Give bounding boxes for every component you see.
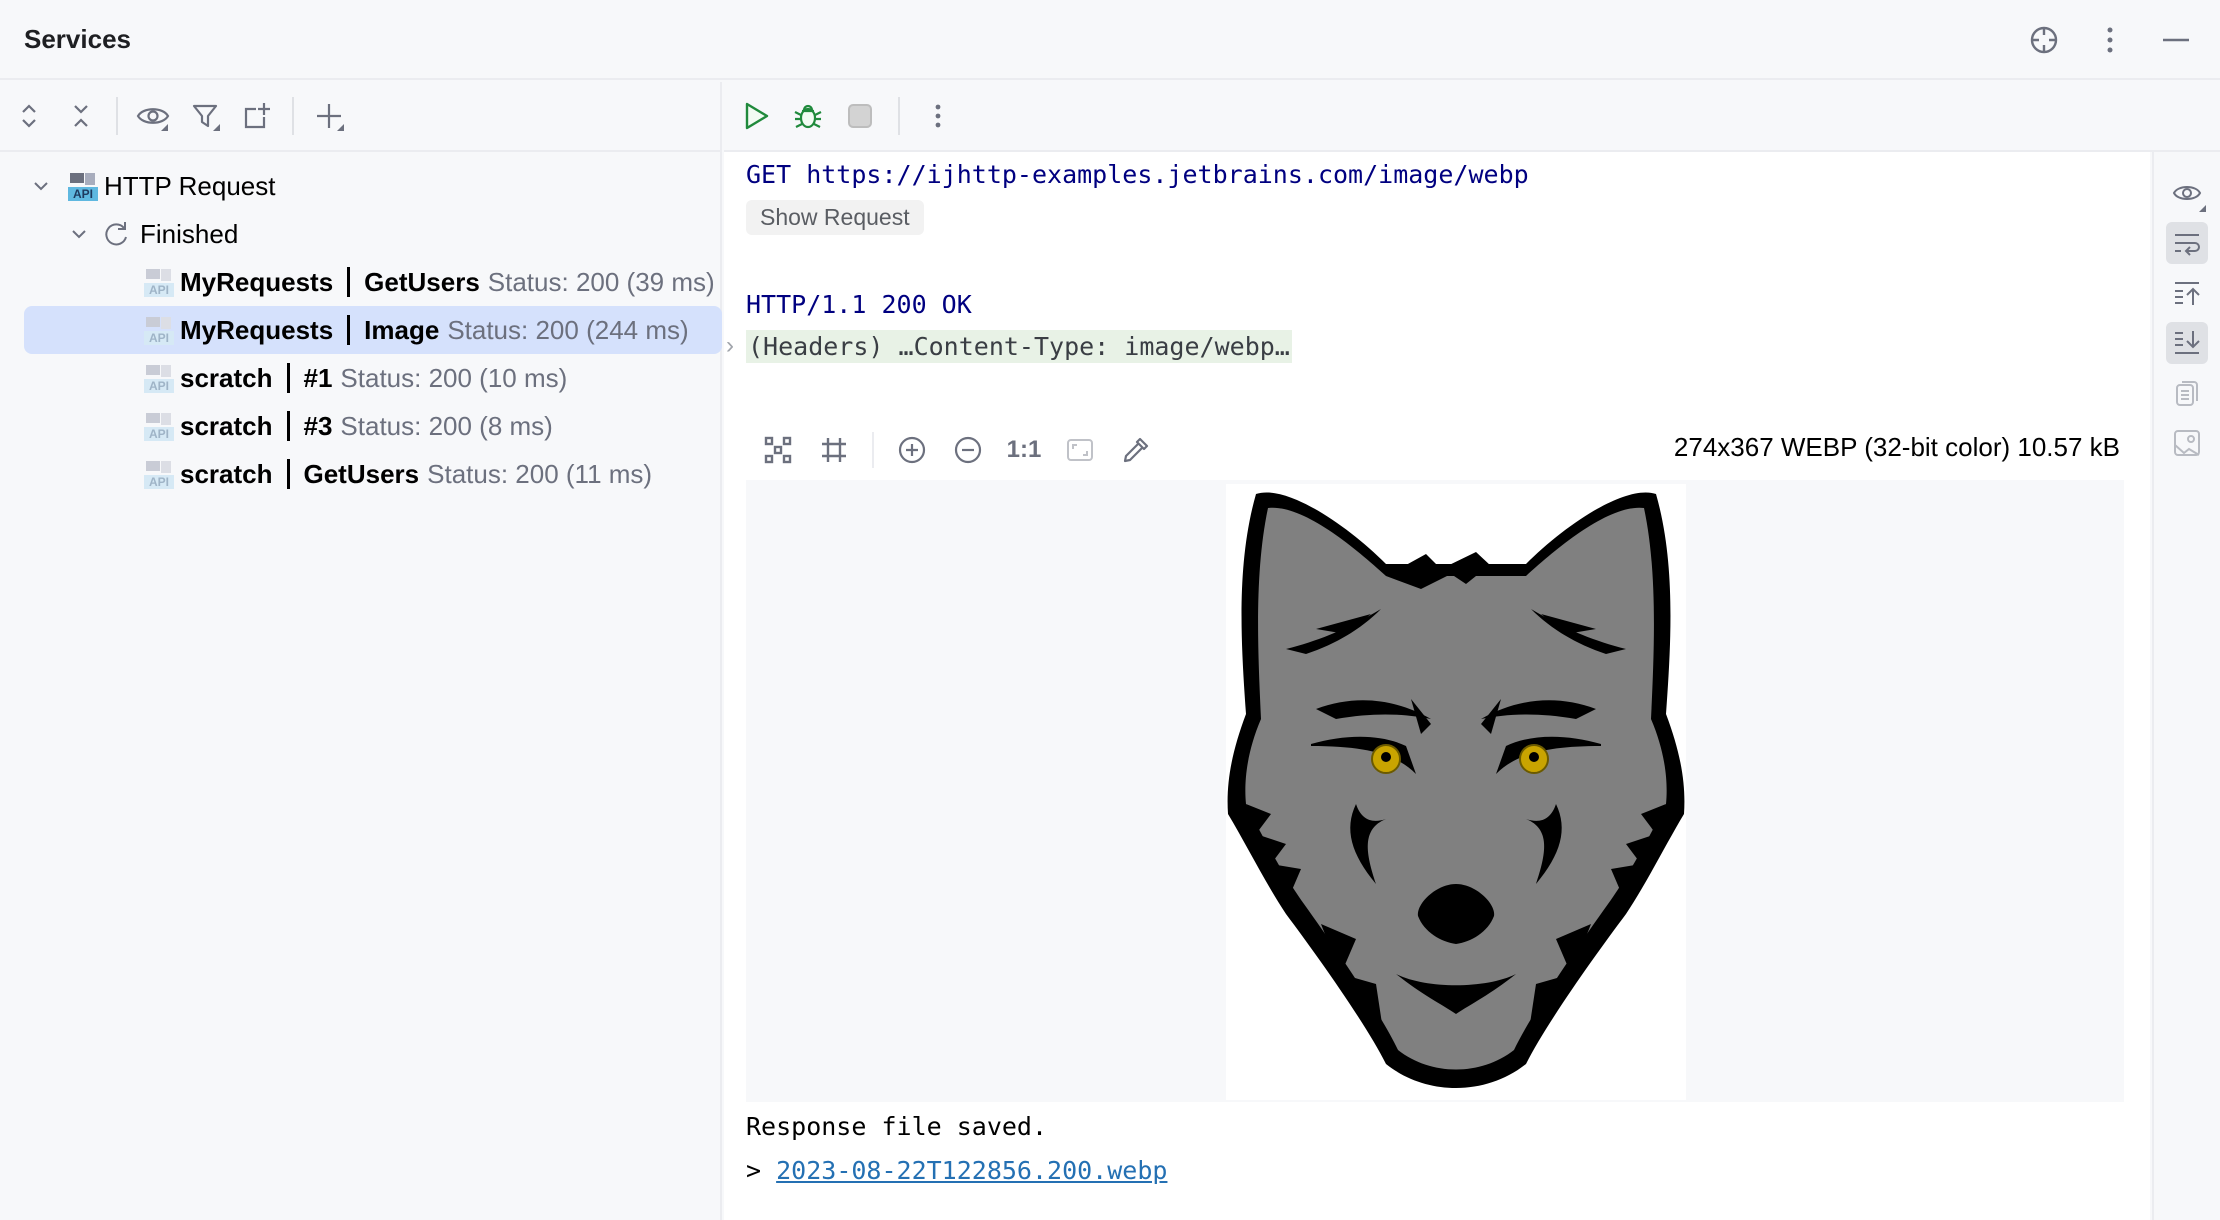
separator-bar	[347, 315, 351, 345]
tree-item-request-selected[interactable]: API MyRequests Image Status: 200 (244 ms…	[24, 306, 722, 354]
image-canvas[interactable]	[746, 480, 2124, 1102]
request-status: Status: 200 (39 ms)	[487, 266, 715, 297]
tree-item-request[interactable]: API scratch #1 Status: 200 (10 ms)	[0, 354, 720, 402]
image-info: 274x367 WEBP (32-bit color) 10.57 kB	[1673, 432, 2120, 462]
minimize-icon[interactable]	[2154, 18, 2198, 62]
locate-icon[interactable]	[2022, 18, 2066, 62]
actual-size-button[interactable]: 1:1	[1002, 428, 1046, 472]
saved-file-link[interactable]: 2023-08-22T122856.200.webp	[776, 1156, 1167, 1185]
services-toolbar	[0, 82, 720, 152]
request-name: #3	[303, 410, 333, 441]
request-status: Status: 200 (244 ms)	[447, 314, 689, 345]
zoom-in-icon[interactable]	[890, 428, 934, 472]
request-file: scratch	[180, 362, 273, 393]
wolf-fur	[1245, 507, 1667, 1070]
toolbar-separator	[116, 97, 118, 135]
more-vertical-icon[interactable]	[916, 94, 960, 138]
request-status: Status: 200 (11 ms)	[427, 458, 653, 489]
request-name: GetUsers	[303, 458, 420, 489]
more-vertical-icon[interactable]	[2088, 18, 2132, 62]
separator-bar	[286, 363, 290, 393]
soft-wrap-icon[interactable]	[2166, 222, 2208, 264]
toolbar-separator	[872, 432, 874, 468]
api-icon: API	[144, 411, 174, 441]
tool-window-header: Services	[0, 0, 2220, 80]
tree-item-request[interactable]: API scratch #3 Status: 200 (8 ms)	[0, 402, 720, 450]
toolbar-separator	[292, 97, 294, 135]
request-file: MyRequests	[180, 314, 334, 345]
debug-icon[interactable]	[786, 94, 830, 138]
refresh-icon	[104, 220, 130, 248]
request-name: Image	[364, 314, 440, 345]
show-request-button[interactable]: Show Request	[746, 200, 924, 235]
expand-all-icon[interactable]	[6, 93, 52, 139]
saved-prefix: >	[746, 1156, 777, 1185]
request-file: scratch	[180, 410, 273, 441]
response-panel: GET https://ijhttp-examples.jetbrains.co…	[724, 82, 2220, 1220]
stop-icon[interactable]	[838, 94, 882, 138]
filter-icon[interactable]	[182, 93, 228, 139]
response-toolbar	[724, 82, 2220, 152]
run-icon[interactable]	[734, 94, 778, 138]
dropdown-triangle-icon	[2199, 205, 2206, 212]
separator-bar	[347, 267, 351, 297]
view-icon[interactable]	[2166, 172, 2208, 214]
tree-item-request[interactable]: API scratch GetUsers Status: 200 (11 ms)	[0, 450, 720, 498]
dropdown-triangle-icon	[161, 124, 168, 131]
tree-item-request[interactable]: API MyRequests GetUsers Status: 200 (39 …	[0, 258, 720, 306]
tree-node-label: Finished	[140, 218, 239, 249]
request-status: Status: 200 (8 ms)	[340, 410, 553, 441]
services-tree: API HTTP Request Finished API MyRequests…	[0, 152, 722, 498]
separator-bar	[286, 459, 290, 489]
dropdown-triangle-icon	[213, 124, 220, 131]
separator-bar	[286, 411, 290, 441]
dropdown-triangle-icon	[337, 124, 344, 131]
saved-file-line: > 2023-08-22T122856.200.webp	[746, 1156, 1167, 1185]
chessboard-icon[interactable]	[812, 428, 856, 472]
color-picker-icon[interactable]	[1114, 428, 1158, 472]
image-icon[interactable]	[2166, 422, 2208, 464]
toolbar-separator	[898, 97, 900, 135]
tree-node-http-request[interactable]: API HTTP Request	[0, 162, 720, 210]
services-tree-panel: API HTTP Request Finished API MyRequests…	[0, 82, 722, 1220]
request-name: GetUsers	[364, 266, 480, 297]
status-line: HTTP/1.1 200 OK	[746, 290, 972, 319]
request-file: scratch	[180, 458, 273, 489]
request-line: GET https://ijhttp-examples.jetbrains.co…	[746, 160, 1529, 189]
grid-icon[interactable]	[756, 428, 800, 472]
tree-node-finished[interactable]: Finished	[0, 210, 720, 258]
request-status: Status: 200 (10 ms)	[340, 362, 568, 393]
scroll-to-top-icon[interactable]	[2166, 272, 2208, 314]
new-group-icon[interactable]	[234, 93, 280, 139]
tree-node-label: HTTP Request	[104, 170, 276, 201]
scroll-to-end-icon[interactable]	[2166, 322, 2208, 364]
tool-window-title: Services	[24, 24, 131, 54]
chevron-down-icon[interactable]	[64, 224, 94, 244]
collapse-all-icon[interactable]	[58, 93, 104, 139]
request-file: MyRequests	[180, 266, 334, 297]
saved-message: Response file saved.	[746, 1112, 1048, 1141]
zoom-out-icon[interactable]	[946, 428, 990, 472]
fit-zoom-icon[interactable]	[1058, 428, 1102, 472]
api-icon: API	[144, 315, 174, 345]
headers-fold-region[interactable]: (Headers) …Content-Type: image/webp…	[746, 330, 1292, 363]
fold-chevron-icon[interactable]: ›	[726, 332, 734, 360]
api-icon: API	[144, 459, 174, 489]
eye-view-options-icon[interactable]	[130, 93, 176, 139]
header-actions	[2022, 18, 2198, 62]
copy-icon[interactable]	[2166, 372, 2208, 414]
request-name: #1	[303, 362, 333, 393]
chevron-down-icon[interactable]	[26, 176, 56, 196]
add-service-icon[interactable]	[306, 93, 352, 139]
api-icon: API	[68, 171, 98, 201]
wolf-image	[1226, 484, 1686, 1100]
api-icon: API	[144, 363, 174, 393]
api-icon: API	[144, 267, 174, 297]
response-side-toolbar	[2152, 152, 2220, 1220]
response-content: GET https://ijhttp-examples.jetbrains.co…	[724, 152, 2150, 1220]
